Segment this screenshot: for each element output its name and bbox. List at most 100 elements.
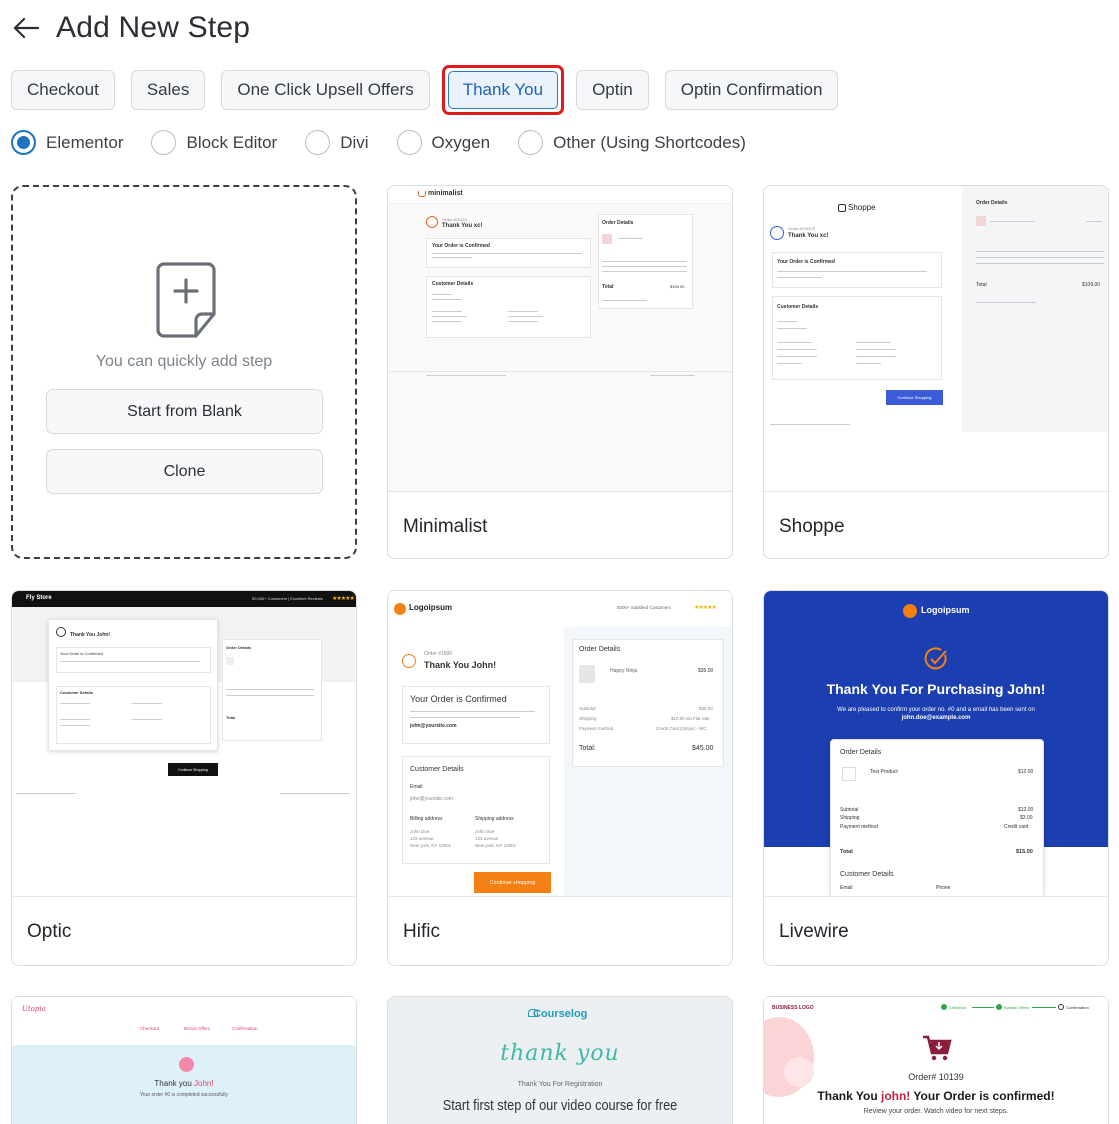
template-name: Optic — [27, 921, 72, 942]
preview-text: Subtotal — [579, 706, 596, 711]
cart-icon — [418, 191, 426, 197]
preview-text: Happy Ninja — [610, 668, 638, 674]
preview-text: Customer Details — [432, 281, 474, 287]
template-preview: Utopia Checkout Bonus Offers Confirmatio… — [12, 997, 356, 1124]
preview-text: Total — [602, 284, 614, 290]
preview-text: Total — [840, 849, 853, 855]
preview-brand: BUSINESS LOGO — [772, 1005, 814, 1011]
rating-stars-icon: ★★★★★ — [332, 596, 355, 602]
preview-brand: Utopia — [22, 1005, 46, 1013]
check-circle-icon — [426, 216, 438, 228]
preview-text: Thank You xc! — [788, 233, 829, 239]
template-card-utopia[interactable]: Utopia Checkout Bonus Offers Confirmatio… — [11, 996, 357, 1124]
tab-checkout[interactable]: Checkout — [11, 70, 115, 110]
preview-text: Email — [840, 885, 853, 891]
preview-text: Your Order is Confirmed — [60, 651, 103, 656]
radio-oxygen[interactable]: Oxygen — [396, 130, 491, 155]
radio-button[interactable] — [396, 130, 422, 155]
radio-button[interactable] — [151, 130, 177, 155]
preview-text: john@yoursite.com — [410, 796, 453, 802]
check-circle-icon — [56, 627, 66, 637]
add-file-icon — [156, 262, 216, 338]
preview-text: Payment method — [840, 824, 878, 830]
preview-text: john@yoursite.com — [410, 723, 457, 729]
preview-text: Confirmation — [232, 1026, 258, 1031]
preview-text: Shipping — [579, 716, 597, 721]
check-circle-icon — [770, 226, 784, 240]
preview-text: $35.00 — [699, 706, 713, 711]
template-name: Shoppe — [779, 516, 845, 537]
template-preview: Fly Store 50,000+ Customers | Excellent … — [12, 591, 356, 897]
radio-button[interactable] — [518, 130, 544, 155]
radio-divi[interactable]: Divi — [305, 130, 369, 155]
preview-text: Thank You John! — [424, 660, 497, 670]
template-preview: Courselog thank you Thank You For Regist… — [388, 997, 732, 1124]
preview-text: Total: — [579, 745, 596, 752]
template-card-business[interactable]: BUSINESS LOGO Checkout Special Offers Co… — [763, 996, 1109, 1124]
preview-text: john.doe@example.com — [901, 715, 971, 721]
preview-text: Special Offers — [1004, 1005, 1030, 1010]
preview-text: John Doe — [410, 829, 430, 834]
preview-text: Subtotal — [840, 807, 859, 813]
preview-text: $109.00 — [1082, 282, 1101, 288]
radio-button[interactable] — [305, 130, 331, 155]
tab-sales[interactable]: Sales — [130, 70, 206, 110]
clone-button[interactable]: Clone — [46, 449, 323, 494]
tab-thank-you[interactable]: Thank You — [447, 71, 559, 109]
preview-text: Order Details — [976, 200, 1008, 206]
radio-elementor[interactable]: Elementor — [11, 130, 123, 155]
template-name: Minimalist — [403, 516, 488, 537]
preview-text: 5000+ Satisfied Customers — [617, 605, 672, 610]
blank-hint: You can quickly add step — [95, 353, 273, 370]
template-card-minimalist[interactable]: minimalist Order #00123 Thank You xc! Yo… — [387, 185, 733, 559]
radio-label: Oxygen — [431, 132, 491, 152]
preview-brand: Logoipsum — [921, 605, 970, 615]
preview-text: Order #123473 — [788, 226, 815, 231]
preview-text: Email — [410, 784, 423, 790]
preview-brand: Logoipsum — [409, 603, 453, 612]
radio-block-editor[interactable]: Block Editor — [151, 130, 277, 155]
preview-text: John Doe — [475, 829, 495, 834]
preview-button: Continue Shopping — [886, 390, 943, 405]
start-from-blank-button[interactable]: Start from Blank — [46, 389, 323, 434]
preview-text: $15.00 — [1016, 849, 1033, 855]
template-card-livewire[interactable]: Logoipsum Thank You For Purchasing John!… — [763, 590, 1109, 966]
preview-text: Order Details — [226, 645, 252, 650]
preview-text: Bonus Offers — [184, 1026, 211, 1031]
preview-text: Checkout — [140, 1026, 160, 1031]
radio-label: Other (Using Shortcodes) — [553, 132, 746, 152]
rating-stars-icon: ★★★★★ — [694, 605, 717, 611]
template-card-optic[interactable]: Fly Store 50,000+ Customers | Excellent … — [11, 590, 357, 966]
preview-text: New york, NY 10001 — [410, 843, 452, 848]
preview-text: Your Order is Confirmed — [432, 243, 490, 249]
preview-text: Order Details — [602, 220, 634, 226]
template-card-hific[interactable]: Logoipsum 5000+ Satisfied Customers ★★★★… — [387, 590, 733, 966]
template-preview: Shoppe Order #123473 Thank You xc! Your … — [764, 186, 1108, 492]
radio-other-shortcodes[interactable]: Other (Using Shortcodes) — [518, 130, 746, 155]
preview-text: $3.00 — [1020, 815, 1033, 821]
radio-label: Elementor — [46, 132, 124, 152]
preview-button: Continue Shopping — [168, 763, 218, 776]
radio-label: Divi — [340, 132, 369, 152]
template-card-courselog[interactable]: Courselog thank you Thank You For Regist… — [387, 996, 733, 1124]
step-type-tabs: Checkout Sales One Click Upsell Offers T… — [11, 65, 854, 115]
template-card-shoppe[interactable]: Shoppe Order #123473 Thank You xc! Your … — [763, 185, 1109, 559]
template-name: Livewire — [779, 921, 849, 942]
template-preview: minimalist Order #00123 Thank You xc! Yo… — [388, 186, 732, 492]
preview-text: Thank You John! — [70, 632, 111, 638]
radio-button-checked[interactable] — [11, 130, 36, 155]
check-circle-icon — [402, 654, 416, 668]
radio-label: Block Editor — [186, 132, 278, 152]
preview-text: Customer Details — [60, 690, 93, 695]
tab-optin-confirmation[interactable]: Optin Confirmation — [664, 70, 839, 110]
preview-text: We are pleased to confirm your order no.… — [837, 707, 1035, 713]
product-thumbnail — [842, 767, 856, 781]
tab-one-click-upsell[interactable]: One Click Upsell Offers — [221, 70, 430, 110]
template-name: Hific — [403, 921, 440, 942]
tab-optin[interactable]: Optin — [576, 70, 649, 110]
page-header: Add New Step — [12, 8, 250, 48]
preview-brand: Shoppe — [848, 203, 876, 212]
back-arrow-icon[interactable] — [12, 14, 40, 42]
preview-text: Payment method — [579, 726, 614, 731]
preview-text: $35.00 — [698, 668, 714, 674]
